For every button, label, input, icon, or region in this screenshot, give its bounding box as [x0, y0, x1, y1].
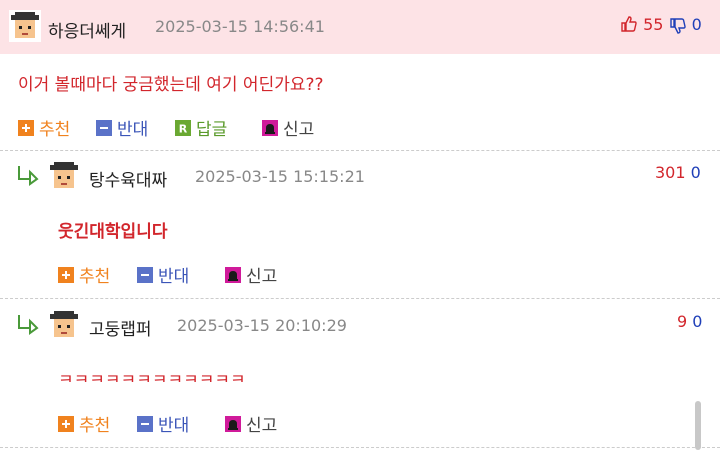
oppose-button[interactable]: 반대	[137, 262, 189, 287]
timestamp: 2025-03-15 15:15:21	[195, 167, 365, 186]
divider	[0, 150, 720, 151]
comment-text: 이거 볼때마다 궁금했는데 여기 어딘가요??	[18, 75, 324, 95]
reply-button[interactable]: R 답글	[175, 115, 227, 140]
oppose-label: 반대	[158, 416, 190, 436]
r-square-icon: R	[175, 119, 191, 136]
divider	[0, 298, 720, 299]
oppose-label: 반대	[117, 120, 149, 140]
siren-icon	[225, 415, 241, 432]
reply-arrow-icon	[16, 313, 40, 335]
avatar[interactable]	[48, 309, 80, 341]
report-button[interactable]: 신고	[225, 411, 277, 436]
vote-counts: 9 0	[677, 312, 702, 331]
svg-text:R: R	[179, 122, 188, 135]
timestamp: 2025-03-15 20:10:29	[177, 316, 347, 335]
report-label: 신고	[246, 416, 278, 436]
nickname[interactable]: 고둥랩퍼	[89, 315, 152, 340]
oppose-label: 반대	[158, 267, 190, 287]
plus-square-icon	[18, 119, 34, 136]
minus-square-icon	[137, 415, 153, 432]
scrollbar[interactable]	[695, 401, 701, 450]
avatar[interactable]	[9, 10, 41, 42]
avatar[interactable]	[48, 160, 80, 192]
plus-square-icon	[58, 415, 74, 432]
downvote-count: 0	[691, 15, 702, 34]
comment-text: ㅋㅋㅋㅋㅋㅋㅋㅋㅋㅋㅋㅋ	[58, 371, 246, 382]
siren-icon	[262, 119, 278, 136]
minus-square-icon	[96, 119, 112, 136]
nickname[interactable]: 탕수육대짜	[89, 166, 167, 191]
report-button[interactable]: 신고	[262, 115, 314, 140]
comment-item: 하응더쎄게 2025-03-15 14:56:41 55 0 이거 볼때마다 궁…	[0, 0, 720, 150]
thumbs-down-icon[interactable]	[669, 17, 687, 39]
recommend-button[interactable]: 추천	[18, 115, 70, 140]
report-label: 신고	[283, 120, 315, 140]
upvote-count: 55	[643, 15, 664, 34]
divider	[0, 447, 720, 448]
reply-label: 답글	[196, 120, 228, 140]
reply-arrow-icon	[16, 164, 40, 186]
vote-counts: 55 0	[620, 15, 702, 39]
upvote-count: 9	[677, 312, 688, 331]
recommend-button[interactable]: 추천	[58, 262, 110, 287]
plus-square-icon	[58, 266, 74, 283]
recommend-label: 추천	[79, 267, 111, 287]
nickname[interactable]: 하응더쎄게	[48, 17, 126, 42]
report-label: 신고	[246, 267, 278, 287]
report-button[interactable]: 신고	[225, 262, 277, 287]
recommend-button[interactable]: 추천	[58, 411, 110, 436]
upvote-count: 301	[655, 163, 686, 182]
siren-icon	[225, 266, 241, 283]
oppose-button[interactable]: 반대	[96, 115, 148, 140]
recommend-label: 추천	[39, 120, 71, 140]
downvote-count: 0	[692, 312, 703, 331]
thumbs-up-icon[interactable]	[620, 15, 638, 37]
downvote-count: 0	[690, 163, 701, 182]
minus-square-icon	[137, 266, 153, 283]
timestamp: 2025-03-15 14:56:41	[155, 17, 325, 36]
recommend-label: 추천	[79, 416, 111, 436]
vote-counts: 301 0	[655, 163, 701, 182]
comment-text: 웃긴대학입니다	[58, 222, 168, 242]
oppose-button[interactable]: 반대	[137, 411, 189, 436]
